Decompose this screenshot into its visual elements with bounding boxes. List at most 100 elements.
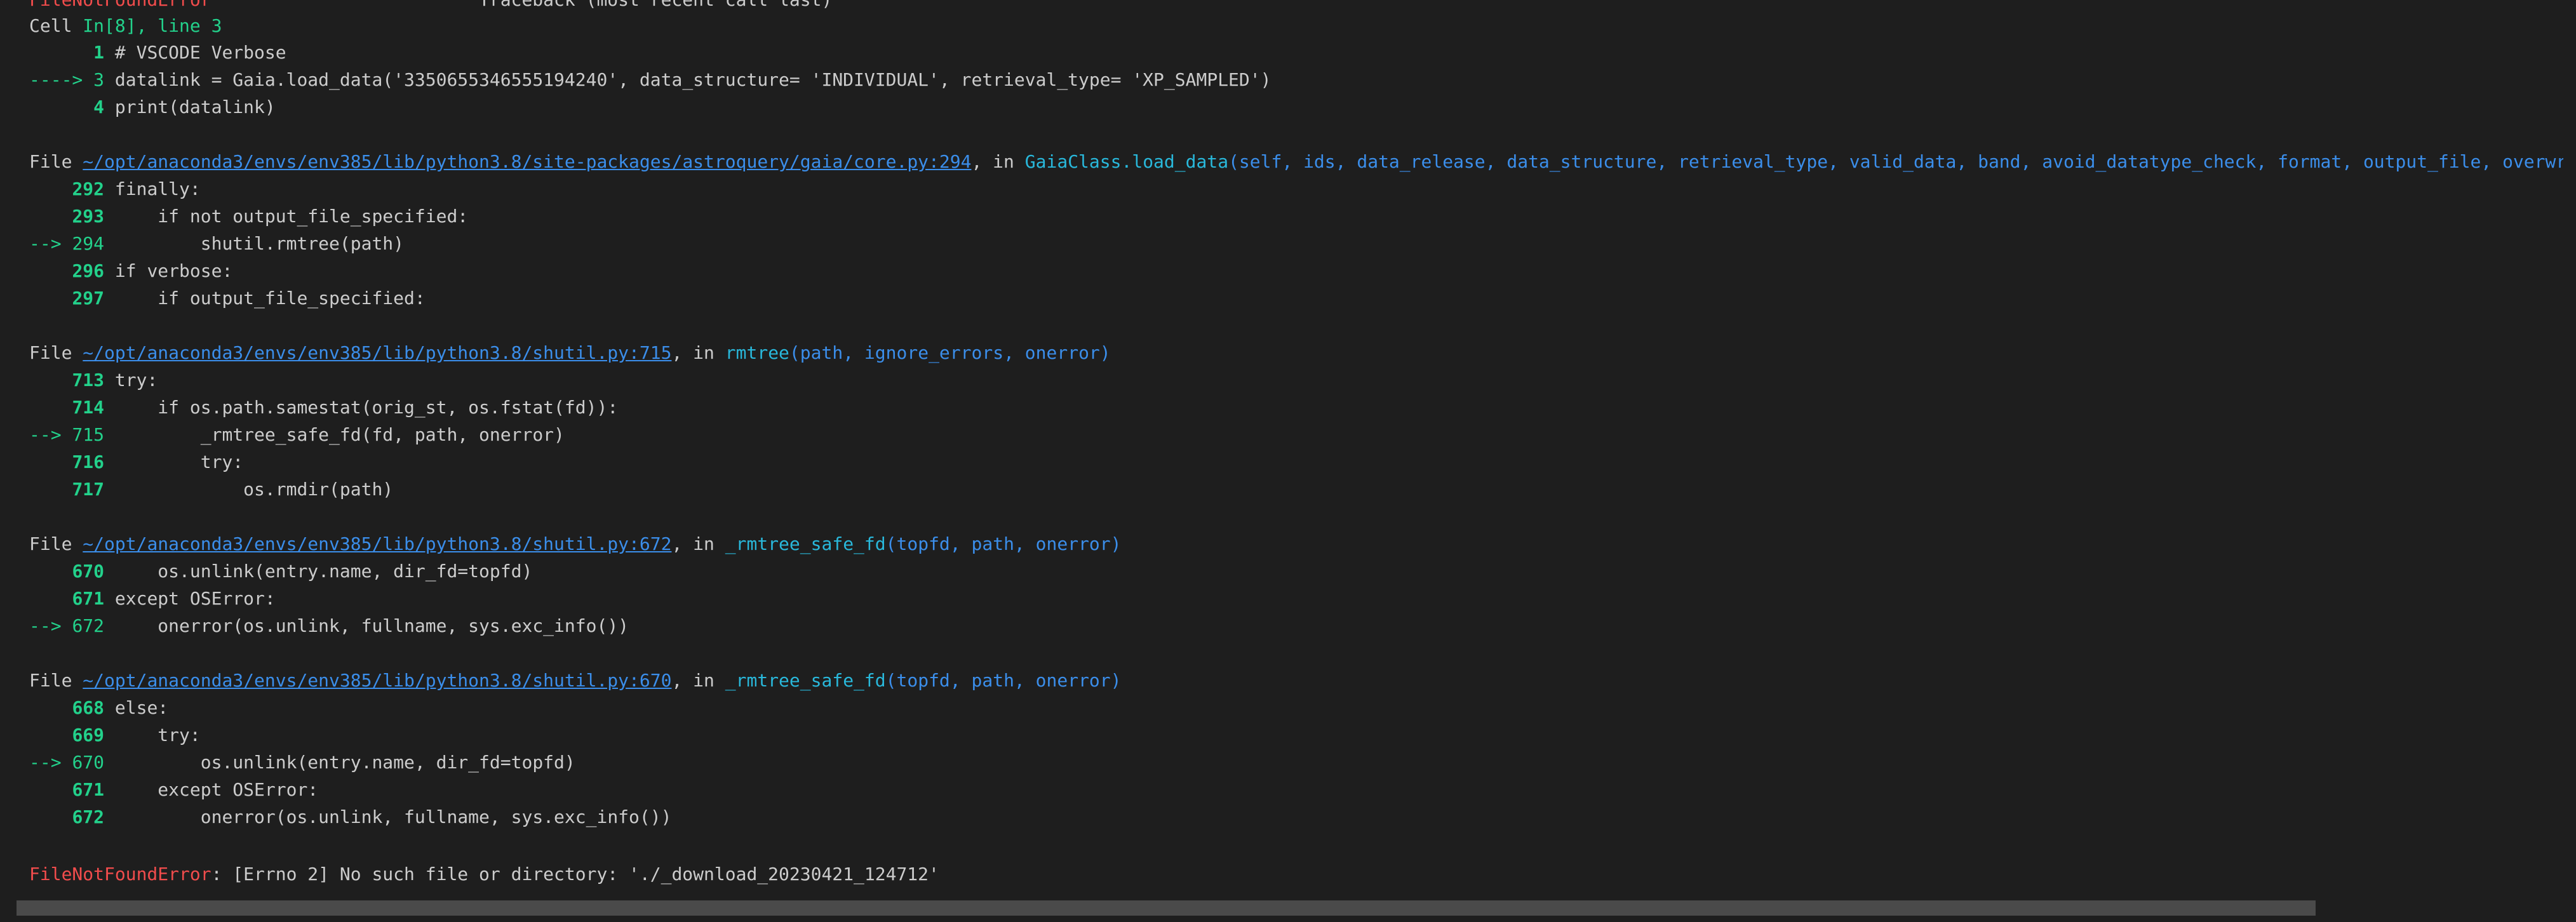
code-line-current: --> 672 onerror(os.unlink, fullname, sys… <box>29 612 629 639</box>
code-text: if os.path.samestat(orig_st, os.fstat(fd… <box>104 397 619 418</box>
error-name-header: FileNotFoundError <box>29 0 211 10</box>
frame-header: File ~/opt/anaconda3/envs/env385/lib/pyt… <box>29 339 1111 366</box>
traceback-title: Traceback (most recent call last) <box>479 0 832 10</box>
code-line: 296 if verbose: <box>29 257 232 284</box>
line-number: 294 <box>72 233 105 254</box>
function-name: _rmtree_safe_fd <box>725 670 886 691</box>
line-number: 670 <box>72 752 105 773</box>
traceback-header: FileNotFoundError Traceback (most recent… <box>29 0 832 13</box>
line-number: 670 <box>72 561 105 582</box>
notebook-output: FileNotFoundError Traceback (most recent… <box>29 0 2563 889</box>
line-marker <box>29 451 72 472</box>
line-marker <box>29 779 72 800</box>
file-prefix: File <box>29 670 83 691</box>
frame-header: File ~/opt/anaconda3/envs/env385/lib/pyt… <box>29 148 2563 175</box>
code-text: else: <box>104 697 169 718</box>
code-text: datalink = Gaia.load_data('3350655346555… <box>104 69 1271 90</box>
function-args: (topfd, path, onerror) <box>885 670 1122 691</box>
code-line-current: ----> 3 datalink = Gaia.load_data('33506… <box>29 66 1271 93</box>
code-text: _rmtree_safe_fd(fd, path, onerror) <box>104 424 565 445</box>
error-message: : [Errno 2] No such file or directory: '… <box>211 864 939 885</box>
code-line: 293 if not output_file_specified: <box>29 203 468 230</box>
line-number: 671 <box>72 779 105 800</box>
code-line: 713 try: <box>29 366 158 394</box>
line-number: 717 <box>72 479 105 500</box>
code-text: try: <box>104 370 158 391</box>
line-number: 293 <box>72 206 105 227</box>
code-text: # VSCODE Verbose <box>104 42 286 63</box>
code-text: print(datalink) <box>104 97 276 117</box>
code-text: finally: <box>104 178 201 199</box>
code-line-current: --> 715 _rmtree_safe_fd(fd, path, onerro… <box>29 421 565 448</box>
final-error: FileNotFoundError: [Errno 2] No such fil… <box>29 860 939 888</box>
file-link[interactable]: ~/opt/anaconda3/envs/env385/lib/python3.… <box>83 342 671 363</box>
code-text: os.unlink(entry.name, dir_fd=topfd) <box>104 752 575 773</box>
code-text: try: <box>104 725 201 745</box>
line-number: 672 <box>72 615 105 636</box>
in-text: , in <box>971 151 1025 172</box>
code-text: onerror(os.unlink, fullname, sys.exc_inf… <box>104 615 629 636</box>
line-number: 715 <box>72 424 105 445</box>
code-line: 671 except OSError: <box>29 585 276 612</box>
line-number: 292 <box>72 178 105 199</box>
code-line: 670 os.unlink(entry.name, dir_fd=topfd) <box>29 558 532 585</box>
function-name: GaiaClass.load_data <box>1024 151 1229 172</box>
in-text: , in <box>671 342 725 363</box>
line-marker-arrow: ----> <box>29 69 94 90</box>
line-number: 716 <box>72 451 105 472</box>
line-number: 671 <box>72 588 105 609</box>
line-marker <box>29 42 93 63</box>
frame-header: File ~/opt/anaconda3/envs/env385/lib/pyt… <box>29 530 1122 558</box>
file-link[interactable]: ~/opt/anaconda3/envs/env385/lib/python3.… <box>83 533 671 554</box>
line-marker <box>29 370 72 391</box>
line-marker <box>29 479 72 500</box>
line-number: 297 <box>72 288 105 309</box>
cell-reference: Cell In[8], line 3 <box>29 12 222 39</box>
line-marker <box>29 725 72 745</box>
file-link[interactable]: ~/opt/anaconda3/envs/env385/lib/python3.… <box>83 151 971 172</box>
code-text: if output_file_specified: <box>104 288 426 309</box>
function-args: (path, ignore_errors, onerror) <box>789 342 1111 363</box>
code-text: onerror(os.unlink, fullname, sys.exc_inf… <box>104 806 672 827</box>
file-prefix: File <box>29 533 83 554</box>
code-line: 716 try: <box>29 448 243 476</box>
line-marker <box>29 561 72 582</box>
line-marker <box>29 260 72 281</box>
code-line-current: --> 670 os.unlink(entry.name, dir_fd=top… <box>29 749 575 776</box>
code-line: 671 except OSError: <box>29 776 318 803</box>
code-text: os.unlink(entry.name, dir_fd=topfd) <box>104 561 533 582</box>
cell-label: Cell <box>29 15 83 36</box>
line-marker-arrow: --> <box>29 233 72 254</box>
code-text: try: <box>104 451 244 472</box>
line-number: 4 <box>93 97 105 117</box>
in-text: , in <box>671 533 725 554</box>
frame-header: File ~/opt/anaconda3/envs/env385/lib/pyt… <box>29 667 1122 694</box>
file-prefix: File <box>29 151 83 172</box>
line-marker <box>29 288 72 309</box>
line-number: 668 <box>72 697 105 718</box>
code-line: 717 os.rmdir(path) <box>29 476 393 503</box>
line-number: 672 <box>72 806 105 827</box>
code-line: 672 onerror(os.unlink, fullname, sys.exc… <box>29 803 671 831</box>
line-marker <box>29 397 72 418</box>
code-line: 292 finally: <box>29 175 201 203</box>
line-number: 713 <box>72 370 105 391</box>
code-line: 1 # VSCODE Verbose <box>29 39 286 66</box>
code-line: 714 if os.path.samestat(orig_st, os.fsta… <box>29 394 618 421</box>
function-args: (self, ids, data_release, data_structure… <box>1228 151 2563 172</box>
line-marker-arrow: --> <box>29 424 72 445</box>
code-text: except OSError: <box>104 588 276 609</box>
code-line: 669 try: <box>29 721 201 749</box>
line-marker <box>29 806 72 827</box>
line-marker <box>29 178 72 199</box>
file-link[interactable]: ~/opt/anaconda3/envs/env385/lib/python3.… <box>83 670 671 691</box>
line-marker-arrow: --> <box>29 752 72 773</box>
cell-ref: In[8], line 3 <box>83 15 222 36</box>
function-args: (topfd, path, onerror) <box>885 533 1122 554</box>
line-marker <box>29 697 72 718</box>
line-number: 3 <box>93 69 105 90</box>
horizontal-scrollbar-thumb[interactable] <box>17 900 2316 916</box>
function-name: rmtree <box>725 342 789 363</box>
line-marker-arrow: --> <box>29 615 72 636</box>
code-text: if verbose: <box>104 260 233 281</box>
